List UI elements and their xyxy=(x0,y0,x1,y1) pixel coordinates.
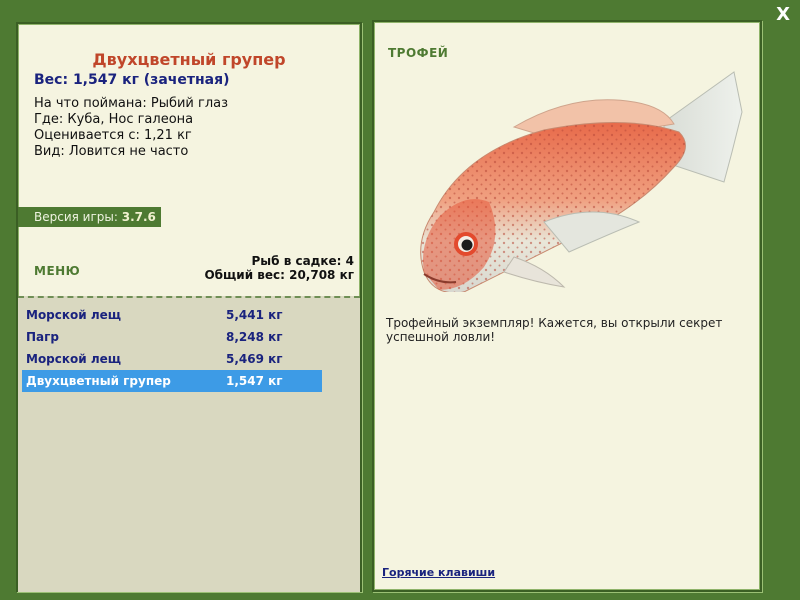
menu-button[interactable]: МЕНЮ xyxy=(34,264,80,278)
catch-name: Двухцветный групер xyxy=(26,374,171,388)
catch-weight: 5,441 кг xyxy=(226,308,283,322)
trophy-panel: ТРОФЕЙ Трофейный экземпляр! Кажется, вы … xyxy=(372,20,762,592)
catch-row[interactable]: Двухцветный групер 1,547 кг xyxy=(22,370,322,392)
catch-name: Морской лещ xyxy=(26,308,122,322)
catch-list: Морской лещ 5,441 кг Пагр 8,248 кг Морской л… xyxy=(18,296,360,592)
fish-name-title: Двухцветный групер xyxy=(92,50,286,69)
hotkeys-link[interactable]: Горячие клавиши xyxy=(382,566,495,579)
fish-details: На что поймана: Рыбий глаз Где: Куба, Но… xyxy=(34,96,228,160)
version-badge: Версия игры: 3.7.6 xyxy=(18,207,161,227)
total-weight: Общий вес: 20,708 кг xyxy=(204,268,354,282)
fish-count: Рыб в садке: 4 xyxy=(251,254,355,268)
rated-from-text: Оценивается с: 1,21 кг xyxy=(34,128,192,143)
cage-stats: Рыб в садке: 4 Общий вес: 20,708 кг xyxy=(204,254,354,282)
catch-name: Морской лещ xyxy=(26,352,122,366)
trophy-description: Трофейный экземпляр! Кажется, вы открыли… xyxy=(386,316,723,344)
version-value: 3.7.6 xyxy=(121,210,156,224)
kind-text: Вид: Ловится не часто xyxy=(34,144,189,159)
catch-row[interactable]: Морской лещ 5,469 кг xyxy=(22,348,322,370)
fish-info-panel: Двухцветный групер Вес: 1,547 кг (зачетн… xyxy=(16,22,362,592)
location-text: Где: Куба, Нос галеона xyxy=(34,112,194,127)
catch-weight: 8,248 кг xyxy=(226,330,283,344)
caught-on-text: На что поймана: Рыбий глаз xyxy=(34,96,229,111)
catch-name: Пагр xyxy=(26,330,59,344)
catch-row[interactable]: Морской лещ 5,441 кг xyxy=(22,304,322,326)
catch-weight: 1,547 кг xyxy=(226,374,283,388)
catch-row[interactable]: Пагр 8,248 кг xyxy=(22,326,322,348)
grouper-fish-image xyxy=(420,71,743,292)
catch-weight: 5,469 кг xyxy=(226,352,283,366)
close-button[interactable]: X xyxy=(776,4,790,25)
fish-weight: Вес: 1,547 кг (зачетная) xyxy=(34,72,230,88)
version-label: Версия игры: xyxy=(34,210,118,224)
fishing-game-window: X Двухцветный групер Вес: 1,547 кг (заче… xyxy=(0,0,800,600)
